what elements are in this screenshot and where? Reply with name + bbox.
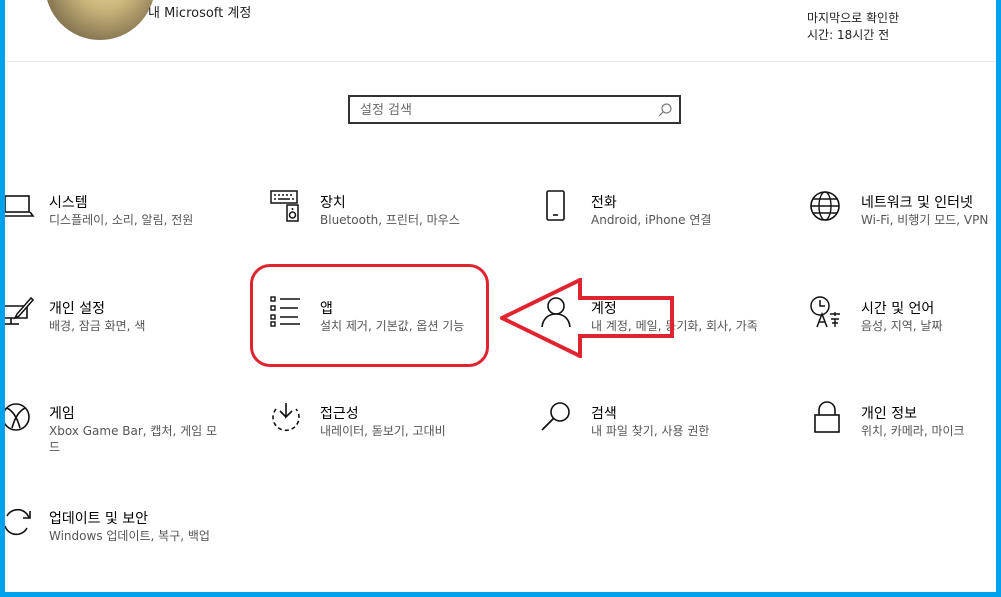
tile-title: 개인 설정: [49, 301, 105, 317]
update-icon: [5, 508, 31, 536]
annotation-arrow-icon: [500, 278, 674, 358]
tile-title: 시스템: [49, 195, 88, 211]
tile-search[interactable]: 검색 내 파일 찾기, 사용 권한: [540, 401, 780, 481]
tile-description: Android, iPhone 연결: [591, 213, 712, 227]
tile-description: 디스플레이, 소리, 알림, 전원: [49, 213, 194, 227]
tile-phone[interactable]: 전화 Android, iPhone 연결: [545, 190, 785, 270]
tile-ease-of-access[interactable]: 접근성 내레이터, 돋보기, 고대비: [270, 401, 510, 481]
tile-description: 내 파일 찾기, 사용 권한: [591, 424, 710, 438]
time-language-icon: [810, 296, 840, 328]
tile-title: 검색: [591, 406, 617, 422]
last-check-line2: 시간: 18시간 전: [807, 28, 890, 42]
tile-title: 네트워크 및 인터넷: [861, 195, 973, 211]
ease-of-access-icon: [272, 403, 300, 432]
tile-description: Bluetooth, 프린터, 마우스: [320, 213, 460, 227]
account-label[interactable]: 내 Microsoft 계정: [148, 2, 251, 21]
tile-gaming[interactable]: 게임 Xbox Game Bar, 캡처, 게임 모드: [5, 401, 243, 481]
tile-update-security[interactable]: 업데이트 및 보안 Windows 업데이트, 복구, 백업: [5, 506, 243, 586]
tile-title: 시간 및 언어: [861, 301, 935, 317]
header-divider: [5, 61, 996, 62]
tile-personalization[interactable]: 개인 설정 배경, 잠금 화면, 색: [5, 296, 243, 376]
tile-title: 게임: [49, 406, 75, 422]
xbox-icon: [5, 403, 30, 431]
avatar[interactable]: [45, 0, 155, 40]
last-check-line1: 마지막으로 확인한: [807, 11, 900, 25]
laptop-icon: [5, 195, 35, 217]
tile-description: 배경, 잠금 화면, 색: [49, 319, 146, 333]
phone-icon: [546, 190, 565, 221]
tile-system[interactable]: 시스템 디스플레이, 소리, 알림, 전원: [5, 190, 243, 270]
tile-network[interactable]: 네트워크 및 인터넷 Wi-Fi, 비행기 모드, VPN: [809, 190, 996, 270]
lock-icon: [814, 401, 840, 433]
tile-description: Wi-Fi, 비행기 모드, VPN: [861, 213, 989, 227]
tile-title: 업데이트 및 보안: [49, 511, 149, 527]
tile-privacy[interactable]: 개인 정보 위치, 카메라, 마이크: [811, 401, 996, 481]
personalization-icon: [5, 296, 35, 325]
tile-time-language[interactable]: 시간 및 언어 음성, 지역, 날짜: [809, 296, 996, 376]
search-icon[interactable]: [657, 102, 673, 118]
search-icon: [541, 402, 570, 431]
tile-description: 위치, 카메라, 마이크: [861, 424, 965, 438]
globe-icon: [810, 191, 840, 221]
tile-title: 장치: [320, 195, 346, 211]
search-box[interactable]: [348, 95, 681, 124]
tile-description: 내레이터, 돋보기, 고대비: [320, 424, 446, 438]
tile-devices[interactable]: 장치 Bluetooth, 프린터, 마우스: [270, 190, 510, 270]
tile-description: 음성, 지역, 날짜: [861, 319, 943, 333]
last-check-info: 마지막으로 확인한 시간: 18시간 전: [807, 10, 899, 44]
settings-window: 내 Microsoft 계정 마지막으로 확인한 시간: 18시간 전 시스템 …: [5, 0, 996, 592]
tile-description: Windows 업데이트, 복구, 백업: [49, 529, 210, 543]
devices-icon: [270, 190, 299, 222]
tile-title: 개인 정보: [861, 406, 917, 422]
search-input[interactable]: [360, 101, 650, 119]
tile-description: Xbox Game Bar, 캡처, 게임 모드: [49, 424, 218, 454]
highlight-box: [250, 264, 489, 367]
tile-title: 접근성: [320, 406, 359, 422]
tile-title: 전화: [591, 195, 617, 211]
